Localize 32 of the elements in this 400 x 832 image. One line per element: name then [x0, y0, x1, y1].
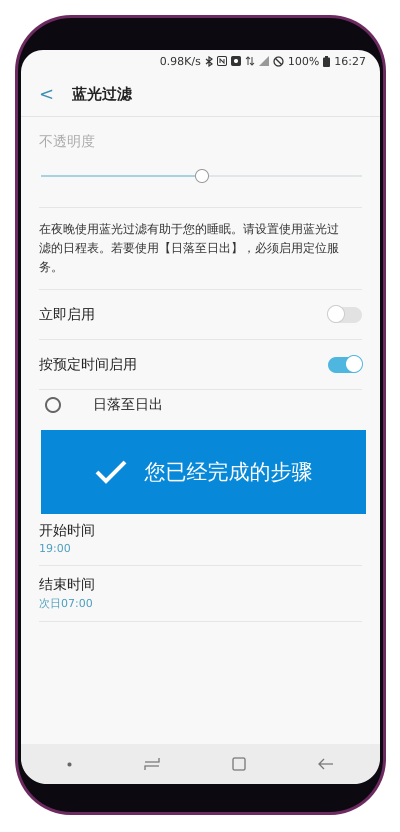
back-button[interactable]: <	[39, 84, 54, 104]
do-not-disturb-icon	[272, 56, 284, 66]
opacity-label: 不透明度	[39, 133, 96, 151]
battery-percent: 100%	[288, 54, 320, 68]
banner-text: 您已经完成的步骤	[144, 459, 312, 486]
time-value: 次日07:00	[39, 596, 94, 611]
notification-icon	[230, 56, 241, 66]
signal-icon	[258, 56, 269, 66]
check-icon	[94, 460, 126, 484]
network-speed: 0.98K/s	[160, 54, 201, 68]
setting-label: 按预定时间启用	[39, 356, 137, 374]
home-icon[interactable]	[232, 757, 246, 771]
bluetooth-icon	[204, 56, 213, 66]
nfc-icon	[216, 56, 227, 66]
recent-apps-icon[interactable]	[144, 757, 160, 771]
battery-icon	[323, 56, 330, 66]
setting-label: 立即启用	[39, 306, 95, 324]
description-text: 在夜晚使用蓝光过滤有助于您的睡眠。请设置使用蓝光过滤的日程表。若要使用【日落至日出】，必须启用定位服务。	[38, 221, 340, 276]
opacity-slider[interactable]	[41, 168, 362, 184]
clock-time: 16:27	[334, 54, 366, 68]
data-arrows-icon	[244, 56, 255, 66]
slider-thumb[interactable]	[194, 169, 208, 183]
radio-button[interactable]	[45, 397, 61, 413]
toggle-switch[interactable]	[328, 306, 362, 322]
time-value: 19:00	[39, 542, 72, 555]
back-icon[interactable]	[318, 758, 334, 770]
option-label: 日落至日出	[93, 396, 163, 414]
toggle-switch[interactable]	[328, 356, 362, 372]
dot-icon	[67, 762, 72, 766]
screen-title: 蓝光过滤	[72, 84, 132, 104]
time-label: 结束时间	[39, 576, 96, 594]
time-label: 开始时间	[39, 522, 96, 540]
